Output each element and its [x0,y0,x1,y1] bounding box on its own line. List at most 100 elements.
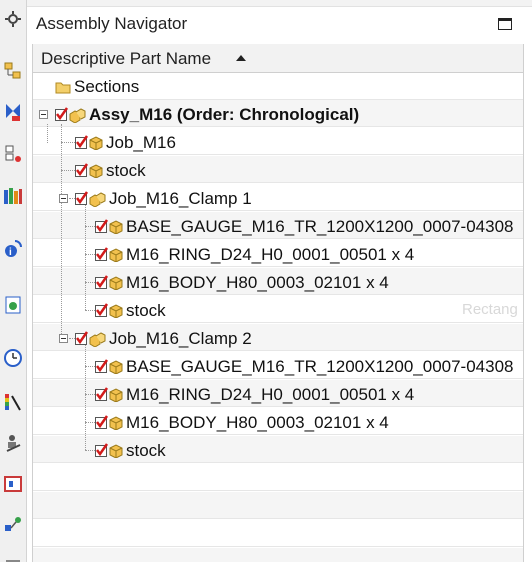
part-icon [109,220,123,234]
tree-node-label: Job_M16 [106,133,176,152]
tree-node-component[interactable]: M16_RING_D24_H0_0001_00501 x 4 [95,385,414,405]
tree-line [85,254,95,255]
panel-title: Assembly Navigator [36,14,188,33]
part-icon [109,444,123,458]
table-row [33,520,523,547]
history-icon[interactable] [2,347,24,369]
palette-icon[interactable] [2,473,24,495]
column-header-label: Descriptive Part Name [41,49,212,68]
visibility-checkbox[interactable] [95,359,109,373]
tree-line [85,394,95,395]
assembly-icon [89,331,106,347]
visibility-checkbox[interactable] [95,275,109,289]
visibility-checkbox[interactable] [95,219,109,233]
tree-node-component[interactable]: stock [95,301,166,321]
tree-node-component[interactable]: Job_M16 [75,133,176,153]
tree-node-component[interactable]: M16_BODY_H80_0003_02101 x 4 [95,273,389,293]
table-row[interactable] [33,464,523,491]
roles-icon[interactable] [2,432,24,454]
tree-node-component[interactable]: stock [75,161,146,181]
tree-line [85,204,86,310]
tree-node-label: M16_RING_D24_H0_0001_00501 x 4 [126,385,415,404]
web-browser-icon[interactable] [2,294,24,316]
tree-node-label: Assy_M16 (Order: Chronological) [89,105,360,124]
folder-icon [55,82,71,94]
tree-node-label: Job_M16_Clamp 1 [109,189,252,208]
part-navigator-icon[interactable] [2,143,24,165]
visibility-checkbox[interactable] [95,303,109,317]
tree-line [61,142,75,143]
tree-line [61,124,62,338]
tree-node-label: Job_M16_Clamp 2 [109,329,252,348]
tree-node-sections[interactable]: Sections [53,77,139,97]
tree-line [47,124,48,143]
tree-node-label: BASE_GAUGE_M16_TR_1200X1200_0007-04308 [126,357,514,376]
process-studio-icon[interactable] [2,514,24,536]
settings-icon[interactable] [2,8,24,30]
part-icon [109,276,123,290]
tree-line [85,450,95,451]
tree-node-label: BASE_GAUGE_M16_TR_1200X1200_0007-04308 [126,217,514,236]
svg-text:i: i [9,247,12,258]
visibility-checkbox[interactable] [95,247,109,261]
tree-line [85,344,86,450]
info-icon[interactable]: i [2,238,24,260]
part-icon [109,248,123,262]
part-icon [109,416,123,430]
visibility-checkbox[interactable] [95,387,109,401]
tree-node-label: M16_BODY_H80_0003_02101 x 4 [126,413,389,432]
tree-node-label: stock [106,161,146,180]
table-row [33,548,523,562]
collapse-toggle[interactable] [59,194,68,203]
tree-line [85,310,95,311]
tree-line [85,282,95,283]
collapse-toggle[interactable] [59,334,68,343]
assembly-icon [69,107,86,123]
tree-node-subassembly[interactable]: Job_M16_Clamp 2 [75,329,252,349]
maximize-button[interactable] [498,18,512,30]
visibility-checkbox[interactable] [95,415,109,429]
part-icon [109,360,123,374]
column-header[interactable]: Descriptive Part Name [33,44,523,73]
tree-line [85,226,95,227]
top-divider [27,0,532,7]
resource-bar: i [0,0,27,562]
more-icon[interactable] [2,552,24,562]
visibility-checkbox[interactable] [75,191,89,205]
part-icon [109,388,123,402]
visibility-checkbox[interactable] [75,135,89,149]
tree-node-component[interactable]: M16_RING_D24_H0_0001_00501 x 4 [95,245,414,265]
tree-node-label: M16_RING_D24_H0_0001_00501 x 4 [126,245,415,264]
visibility-checkbox[interactable] [75,163,89,177]
tree-node-label: Sections [74,77,140,96]
tree-node-label: stock [126,301,166,320]
navigator-panel: Descriptive Part Name Sections Assy_M16 … [32,44,524,562]
tree-node-component[interactable]: BASE_GAUGE_M16_TR_1200X1200_0007-04308 [95,217,514,237]
table-row[interactable] [33,492,523,519]
visibility-checkbox[interactable] [75,331,89,345]
assembly-icon [89,191,106,207]
visibility-checkbox[interactable] [95,443,109,457]
tree-node-label: M16_BODY_H80_0003_02101 x 4 [126,273,389,292]
tree-node-component[interactable]: M16_BODY_H80_0003_02101 x 4 [95,413,389,433]
background-graphics-text: Rectang [462,301,518,318]
tree-node-label: stock [126,441,166,460]
sort-ascending-icon[interactable] [236,55,246,61]
tree-node-root-assembly[interactable]: Assy_M16 (Order: Chronological) [55,105,359,125]
collapse-toggle[interactable] [39,110,48,119]
tree-line [61,170,75,171]
part-icon [89,136,103,150]
assembly-navigator-icon[interactable] [2,60,24,82]
visibility-checkbox[interactable] [55,107,69,121]
part-icon [109,304,123,318]
reuse-library-icon[interactable] [2,185,24,207]
part-icon [89,164,103,178]
tree-node-component[interactable]: stock [95,441,166,461]
visualization-icon[interactable] [2,391,24,413]
tree-line [85,366,95,367]
tree-node-subassembly[interactable]: Job_M16_Clamp 1 [75,189,252,209]
tree-node-component[interactable]: BASE_GAUGE_M16_TR_1200X1200_0007-04308 [95,357,514,377]
assembly-navigator-window: i Assembly Navigator Descriptive Part Na… [0,0,532,562]
constraint-navigator-icon[interactable] [2,101,24,123]
tree-line [85,422,95,423]
